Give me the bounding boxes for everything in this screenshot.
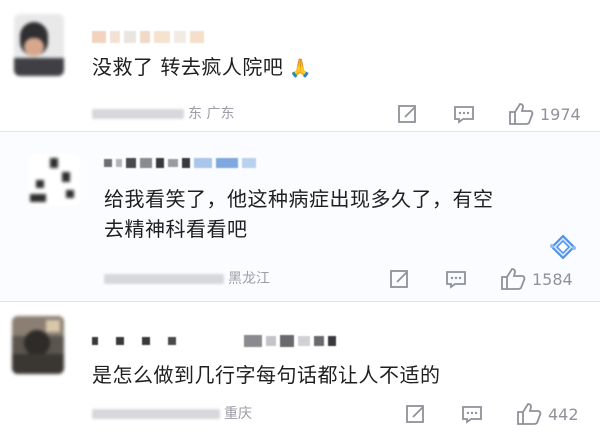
like-icon[interactable]	[516, 402, 542, 426]
comment-meta: 重庆	[92, 404, 252, 424]
comment-actions: 1584	[388, 267, 573, 291]
comment-icon[interactable]	[452, 102, 476, 126]
share-icon[interactable]	[404, 402, 428, 426]
location: 重庆	[224, 406, 252, 422]
share-icon[interactable]	[388, 267, 412, 291]
like-count: 1584	[532, 269, 573, 289]
comment-text: 是怎么做到几行字每句话都让人不适的	[92, 363, 441, 387]
like-count: 1974	[540, 104, 581, 124]
username-masked[interactable]	[104, 154, 256, 172]
location: 黑龙江	[228, 271, 270, 287]
like-count: 442	[548, 404, 579, 424]
avatar[interactable]	[12, 316, 64, 374]
comment-actions: 442	[404, 402, 579, 426]
comment-meta: 黑龙江	[104, 269, 270, 289]
comment-meta: 东 广东	[92, 104, 234, 124]
comment-text: 给我看笑了，他这种病症出现多久了，有空 去精神科看看吧	[104, 187, 494, 241]
comment-3: 是怎么做到几行字每句话都让人不适的 重庆 442	[0, 302, 600, 433]
username-masked[interactable]	[92, 332, 336, 350]
username-masked[interactable]	[92, 28, 204, 46]
comment-2: 给我看笑了，他这种病症出现多久了，有空 去精神科看看吧 黑龙江 1584	[0, 131, 600, 302]
comment-text: 没救了 转去疯人院吧 🙏	[92, 55, 313, 79]
praying-hands-emoji: 🙏	[289, 58, 313, 79]
comment-icon[interactable]	[460, 402, 484, 426]
avatar[interactable]	[14, 14, 64, 76]
share-icon[interactable]	[396, 102, 420, 126]
like-icon[interactable]	[508, 102, 534, 126]
location: 东 广东	[188, 106, 235, 122]
like-icon[interactable]	[500, 267, 526, 291]
comment-1: 没救了 转去疯人院吧 🙏 东 广东 1974	[0, 0, 600, 129]
comment-actions: 1974	[396, 102, 581, 126]
avatar[interactable]	[28, 154, 80, 206]
comment-icon[interactable]	[444, 267, 468, 291]
badge-icon	[548, 232, 578, 262]
